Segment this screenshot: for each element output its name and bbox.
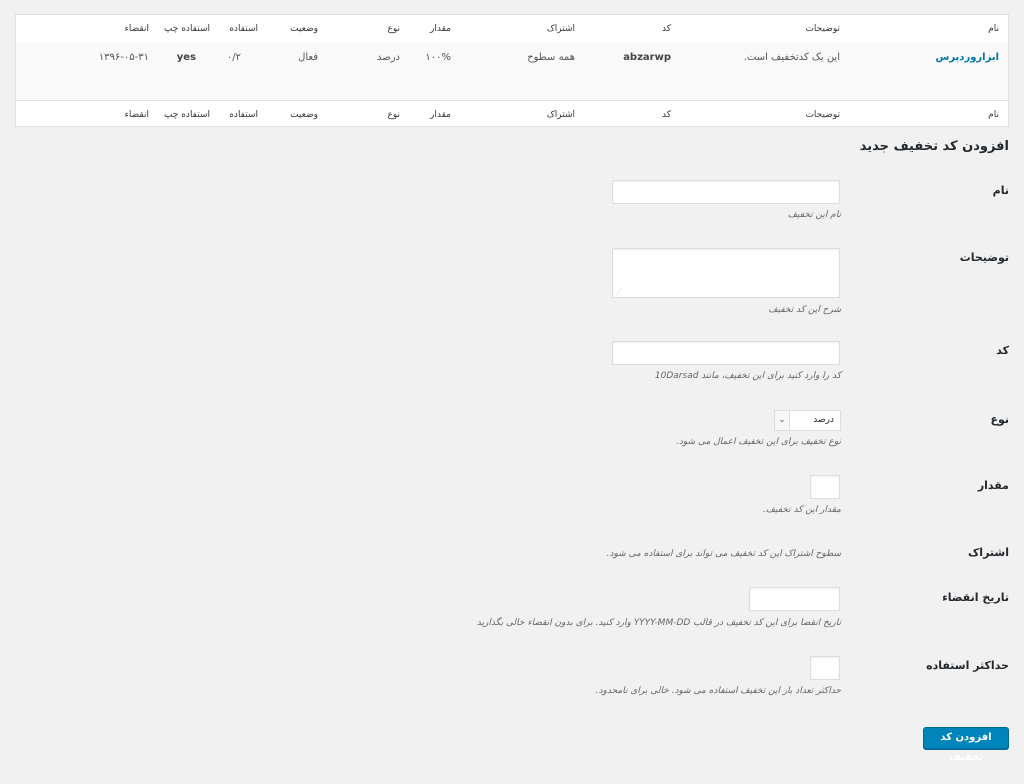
discount-description: این یک کدتخفیف است. — [743, 52, 840, 63]
col-header-description: توضیحات — [805, 24, 840, 34]
discount-expiry: ۱۳۹۶-۰۵-۳۱ — [98, 52, 149, 63]
type-description: نوع تخفیف برای این تخفیف اعمال می شود. — [676, 437, 841, 447]
table-footer-row: نام توضیحات کد اشتراک مقدار نوع وضعیت اس… — [16, 100, 1008, 128]
discount-uses: ۰/۲ — [226, 52, 241, 63]
col-footer-type: نوع — [387, 110, 400, 120]
discount-status: فعال — [298, 52, 318, 63]
code-input[interactable] — [612, 341, 840, 365]
col-header-name[interactable]: نام — [988, 24, 999, 34]
code-description: کد را وارد کنید برای این تخفیف، مانند 10… — [654, 371, 841, 381]
membership-description: سطوح اشتراک این کد تخفیف می تواند برای ا… — [606, 549, 841, 559]
col-footer-description: توضیحات — [805, 110, 840, 120]
table-header-row: نام توضیحات کد اشتراک مقدار نوع وضعیت اس… — [16, 15, 1008, 44]
discount-amount: ۱۰۰% — [425, 52, 451, 63]
max-uses-label: حداکثر استفاده — [926, 659, 1009, 672]
amount-description: مقدار این کد تخفیف. — [762, 505, 841, 515]
discount-type: درصد — [376, 52, 400, 63]
col-header-type: نوع — [387, 24, 400, 34]
amount-input[interactable] — [810, 475, 840, 499]
discount-codes-table: نام توضیحات کد اشتراک مقدار نوع وضعیت اس… — [15, 14, 1009, 127]
col-header-membership: اشتراک — [546, 24, 575, 34]
expiry-description: تاریخ انقضا برای این کد تخفیف در قالب YY… — [476, 618, 841, 628]
col-footer-amount: مقدار — [430, 110, 451, 120]
description-textarea[interactable]: ⋰ — [612, 248, 840, 298]
type-label: نوع — [990, 413, 1009, 426]
type-select[interactable]: درصد ⌄ — [774, 410, 841, 431]
col-footer-code[interactable]: کد — [662, 110, 671, 120]
col-footer-membership: اشتراک — [546, 110, 575, 120]
add-discount-button[interactable]: افزودن کد تخفیف — [923, 727, 1009, 763]
table-row: ابزاروردپرس این یک کدتخفیف است. abzarwp … — [16, 43, 1008, 100]
col-header-code[interactable]: کد — [662, 24, 671, 34]
col-footer-status: وضعیت — [290, 110, 318, 120]
col-footer-uses-left: استفاده چپ — [163, 110, 210, 120]
col-header-expiry: انقضاء — [124, 24, 149, 34]
add-discount-title: افزودن کد تخفیف جدید — [859, 139, 1009, 154]
membership-label: اشتراک — [968, 546, 1009, 559]
col-footer-uses: استفاده — [229, 110, 258, 120]
description-help: شرح این کد تخفیف — [768, 305, 841, 315]
max-uses-description: حداکثر تعداد بار این تخفیف استفاده می شو… — [595, 686, 841, 696]
max-uses-input[interactable] — [810, 656, 840, 680]
type-select-value: درصد — [813, 415, 834, 425]
col-header-amount: مقدار — [430, 24, 451, 34]
discount-code: abzarwp — [623, 52, 671, 63]
expiry-label: تاریخ انقضاء — [942, 591, 1009, 604]
discount-uses-left: yes — [176, 52, 196, 63]
name-description: نام این تخفیف — [787, 210, 841, 220]
discount-name-link[interactable]: ابزاروردپرس — [936, 52, 999, 63]
amount-label: مقدار — [977, 479, 1009, 492]
expiry-input[interactable] — [749, 587, 840, 611]
col-header-uses-left: استفاده چپ — [163, 24, 210, 34]
code-label: کد — [996, 344, 1009, 357]
col-header-status: وضعیت — [290, 24, 318, 34]
col-footer-name[interactable]: نام — [988, 110, 999, 120]
resize-grip-icon[interactable]: ⋰ — [615, 288, 622, 296]
name-label: نام — [992, 184, 1009, 197]
col-footer-expiry: انقضاء — [124, 110, 149, 120]
chevron-down-icon: ⌄ — [775, 411, 790, 430]
description-label: توضیحات — [959, 251, 1009, 264]
name-input[interactable] — [612, 180, 840, 204]
discount-membership: همه سطوح — [527, 52, 575, 63]
col-header-uses: استفاده — [229, 24, 258, 34]
